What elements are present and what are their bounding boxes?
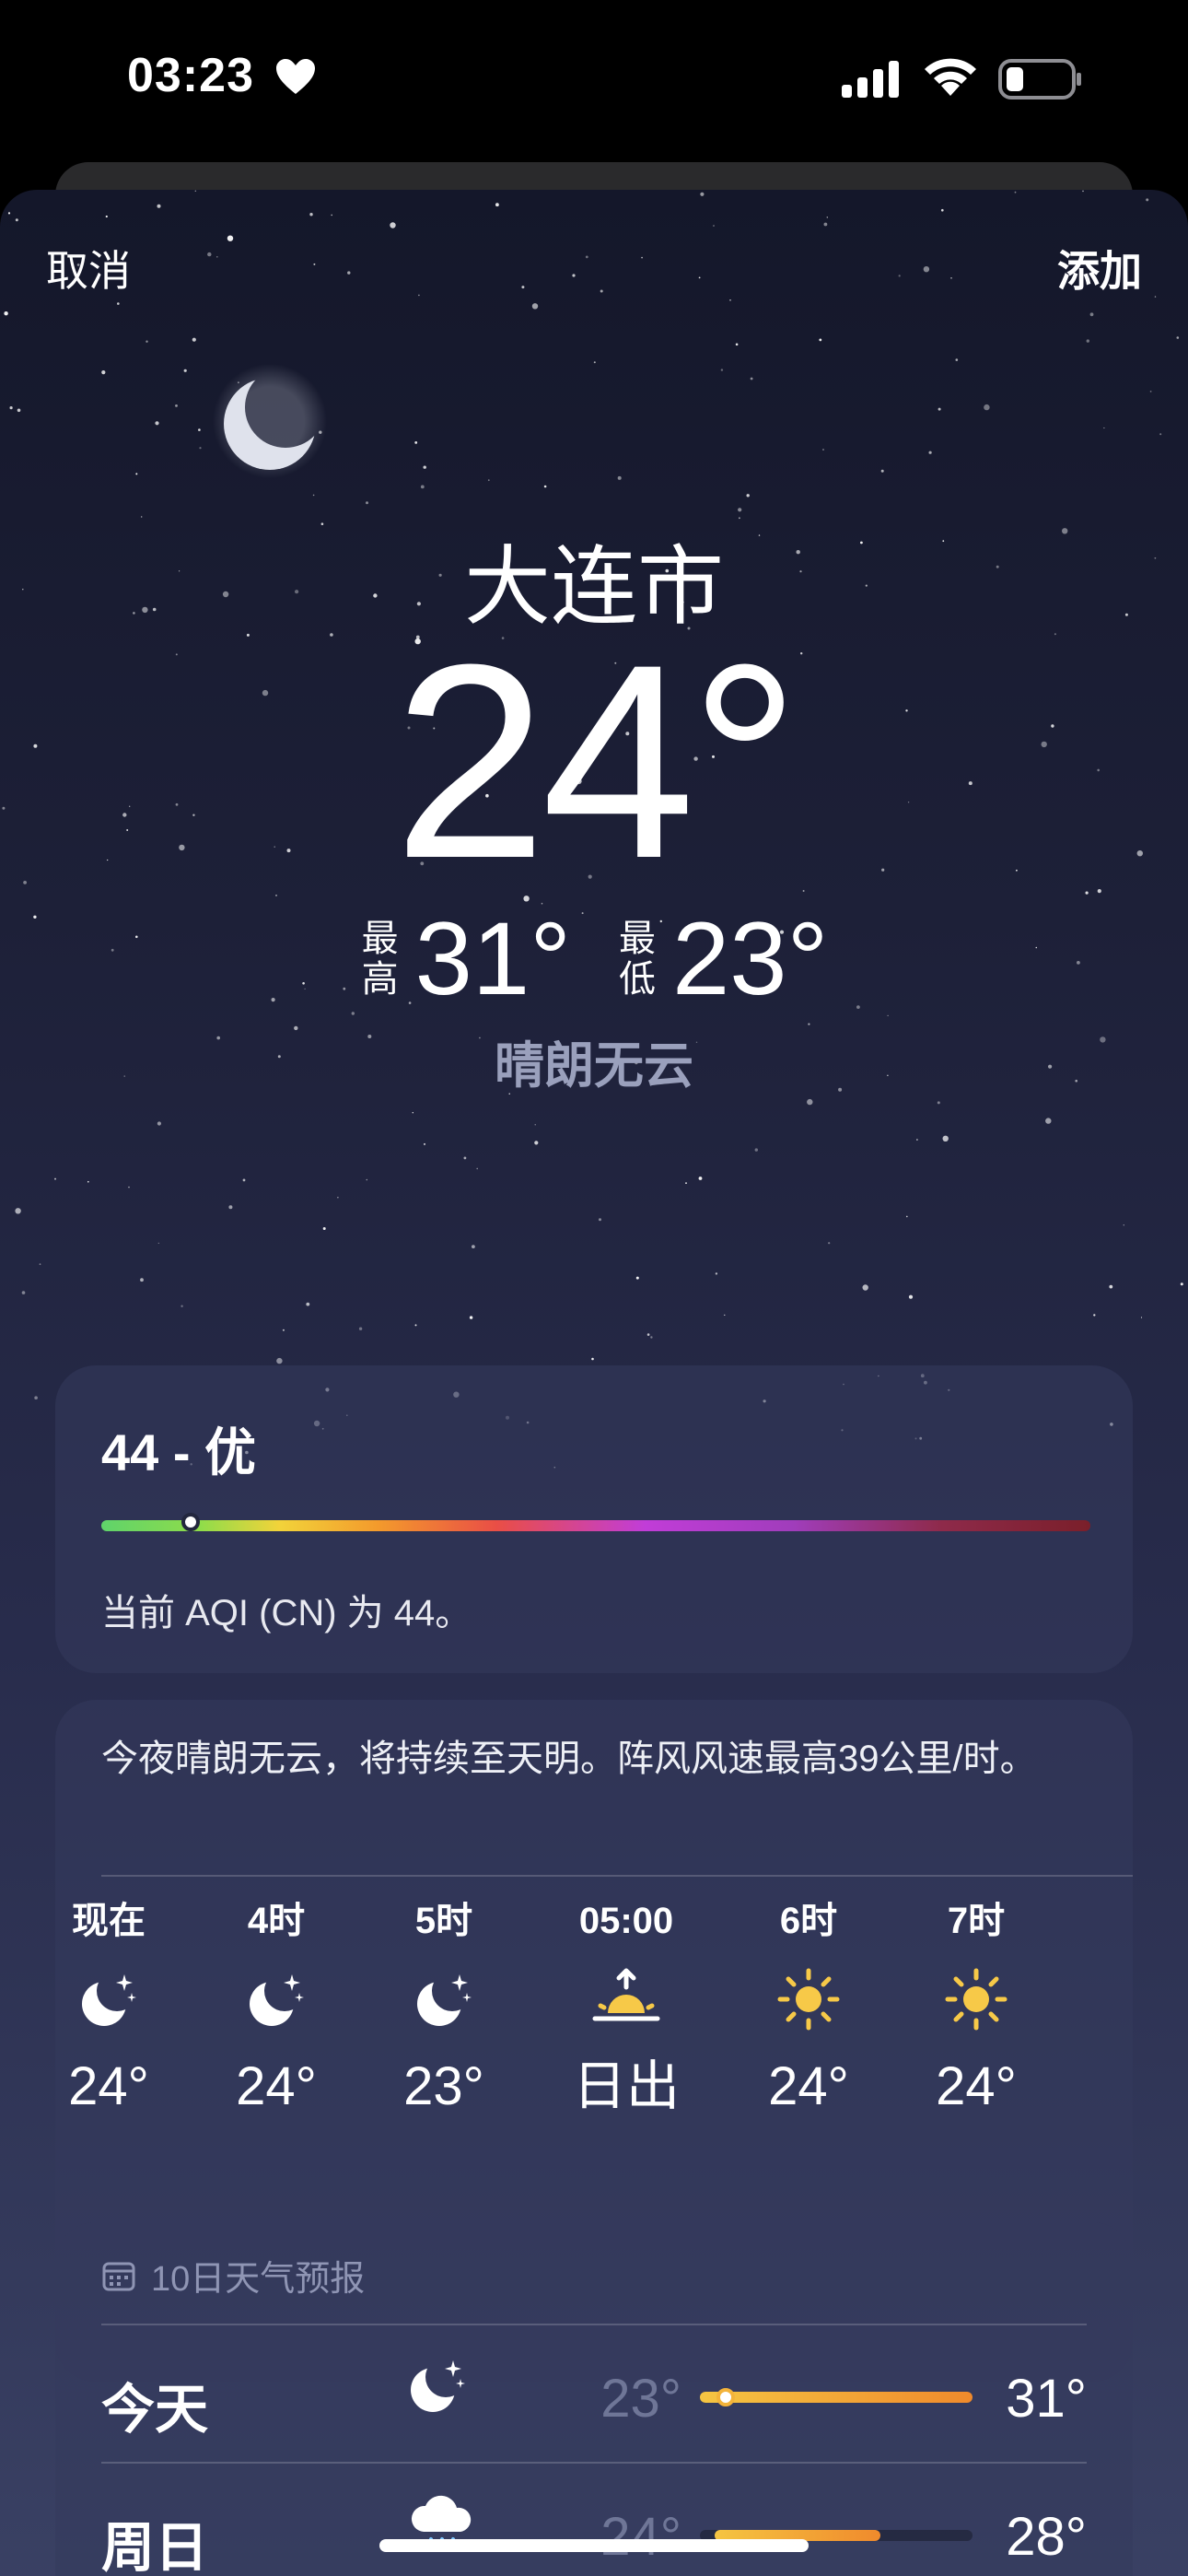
air-quality-card[interactable]: 44 - 优 当前 AQI (CN) 为 44。 [55,1365,1133,1673]
weather-condition: 晴朗无云 [495,1038,693,1094]
forecast-day-label: 今天 [101,2380,209,2440]
high-value: 31° [414,901,571,1016]
forecast-high: 31° [1006,2369,1087,2429]
forecast-header: 10日天气预报 [101,2250,365,2301]
temperature-range-fill [700,2392,973,2403]
hour-temperature: 24° [936,2056,1017,2116]
forecast-header-label: 10日天气预报 [151,2260,366,2299]
forecast-day-row[interactable]: 今天 23° 31° [101,2325,1087,2464]
heart-icon [276,59,315,94]
sun-icon [716,1949,901,2050]
aqi-description: 当前 AQI (CN) 为 44。 [101,1593,472,1633]
high-label: 最高 [361,918,399,1000]
forecast-low: 23° [600,2369,681,2429]
add-button[interactable]: 添加 [1057,238,1142,299]
sunrise-icon [534,1949,718,2050]
hourly-item: 7时 24° [884,1893,1068,2124]
hour-label: 7时 [947,1901,1006,1941]
hour-temperature: 24° [768,2056,849,2116]
moon-stars-icon [352,1949,536,2050]
hourly-item: 5时 23° [352,1893,536,2124]
weather-add-city-screen: 03:23 取消 添加 大连市 24° 最 高 31° 最 低 23° 晴朗无云… [0,0,1188,2576]
hour-temperature: 23° [403,2056,484,2116]
hour-temperature: 24° [68,2056,149,2116]
hourly-item: 现在 24° [17,1893,201,2124]
status-bar: 03:23 [0,0,1188,157]
sun-icon [884,1949,1068,2050]
status-time: 03:23 [127,49,254,102]
hour-label: 6时 [779,1901,838,1941]
high-low-temperatures: 最高 31° 最低 23° [0,899,1188,1018]
crescent-moon-icon [213,364,327,478]
cellular-signal-icon [842,61,899,98]
cancel-button[interactable]: 取消 [46,238,131,299]
calendar-icon [102,2262,135,2290]
ten-day-forecast-card[interactable]: 10日天气预报 今天 23° 31° 周日 40% 24° 28° [55,2222,1133,2576]
temperature-range-bar [700,2388,973,2406]
cloud-rain-icon [405,2491,479,2565]
hourly-item: 05:00 日出 [534,1893,718,2124]
precipitation-chance: 40% [405,2572,488,2576]
moon-stars-icon [17,1949,201,2050]
hourly-item: 4时 24° [184,1893,368,2124]
aqi-title: 44 - 优 [101,1423,257,1481]
hourly-summary: 今夜晴朗无云，将持续至天明。阵风风速最高39公里/时。 [101,1739,1037,1779]
hour-temperature: 日出 [572,2056,680,2116]
hour-temperature: 24° [236,2056,317,2116]
hourly-item: 6时 24° [716,1893,901,2124]
forecast-day-row[interactable]: 周日 40% 24° 28° [101,2464,1087,2576]
current-temperature: 24° [393,606,800,916]
aqi-scale-bar [101,1520,1090,1531]
hour-label: 5时 [414,1901,473,1941]
hour-label: 现在 [72,1901,146,1941]
forecast-high: 28° [1006,2507,1087,2567]
city-preview-sheet: 取消 添加 大连市 24° 最高 31° 最 低 23° 晴朗无云 44 - 优… [0,190,1188,2576]
high-temperature: 最高 31° [360,899,571,1018]
home-indicator[interactable] [379,2539,809,2552]
forecast-low: 24° [600,2507,681,2567]
low-temperature: 最低 23° [617,899,828,1018]
moon-stars-icon [184,1949,368,2050]
divider [101,1875,1133,1877]
hour-label: 4时 [247,1901,306,1941]
hour-label: 05:00 [578,1901,674,1941]
forecast-day-label: 周日 [101,2518,209,2576]
current-temperature-indicator [716,2388,735,2406]
moon-stars-icon [405,2353,479,2427]
battery-icon [998,59,1081,100]
low-label: 最低 [619,918,656,1000]
aqi-level-indicator [181,1513,200,1531]
low-value: 23° [672,901,829,1016]
wifi-icon [925,58,976,96]
